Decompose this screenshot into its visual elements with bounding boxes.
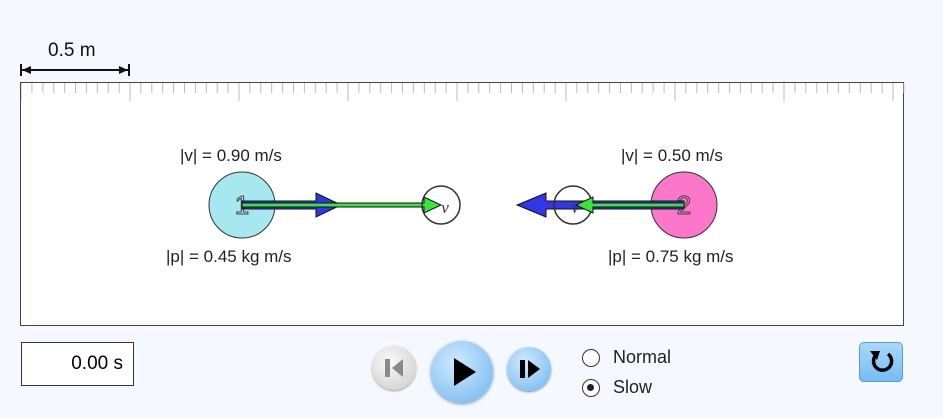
play-icon	[454, 358, 476, 386]
slow-label: Slow	[613, 377, 653, 397]
play-button[interactable]	[431, 341, 493, 403]
ball-2-velocity-label: |v| = 0.50 m/s	[617, 146, 727, 166]
step-forward-button[interactable]	[507, 347, 551, 391]
scale-bar	[20, 64, 130, 76]
step-forward-icon	[520, 360, 540, 378]
step-back-button[interactable]	[372, 346, 416, 390]
reset-button[interactable]	[859, 342, 903, 382]
time-display: 0.00 s	[21, 342, 134, 386]
slow-radio[interactable]	[582, 378, 600, 397]
scale-label: 0.5 m	[48, 40, 96, 61]
speed-option-normal[interactable]: Normal	[582, 347, 671, 368]
ball-1-velocity-handle-glyph: v	[441, 198, 449, 217]
reset-icon	[870, 351, 894, 372]
ball-2-velocity-handle-glyph: v	[571, 198, 579, 217]
radio-selected-dot	[587, 383, 594, 391]
play-area: 1 v 2 v |v| = 0.90 m/s |p| = 0.45 kg m/s…	[20, 82, 905, 326]
ball-1-momentum-label: |p| = 0.45 kg m/s	[162, 247, 296, 267]
ball-2-momentum-label: |p| = 0.75 kg m/s	[604, 247, 738, 267]
ruler-ticks	[21, 83, 905, 101]
ball-1-velocity-label: |v| = 0.90 m/s	[176, 146, 286, 166]
normal-label: Normal	[613, 347, 672, 367]
step-back-icon	[385, 359, 403, 377]
play-area-canvas: 1 v 2 v	[21, 83, 905, 239]
speed-option-slow[interactable]: Slow	[582, 377, 652, 398]
normal-radio[interactable]	[582, 348, 600, 367]
